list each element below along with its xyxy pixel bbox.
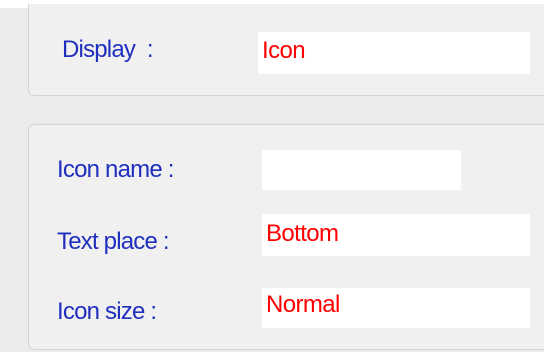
icon-name-label: Icon name : — [57, 156, 174, 183]
icon-size-field[interactable]: Normal — [262, 288, 530, 328]
display-field[interactable]: Icon — [258, 32, 530, 74]
text-place-label: Text place : — [57, 228, 170, 255]
icon-size-label: Icon size : — [57, 298, 157, 325]
text-place-field[interactable]: Bottom — [262, 214, 530, 256]
display-label: Display : — [62, 36, 154, 63]
icon-name-field[interactable] — [262, 150, 461, 190]
